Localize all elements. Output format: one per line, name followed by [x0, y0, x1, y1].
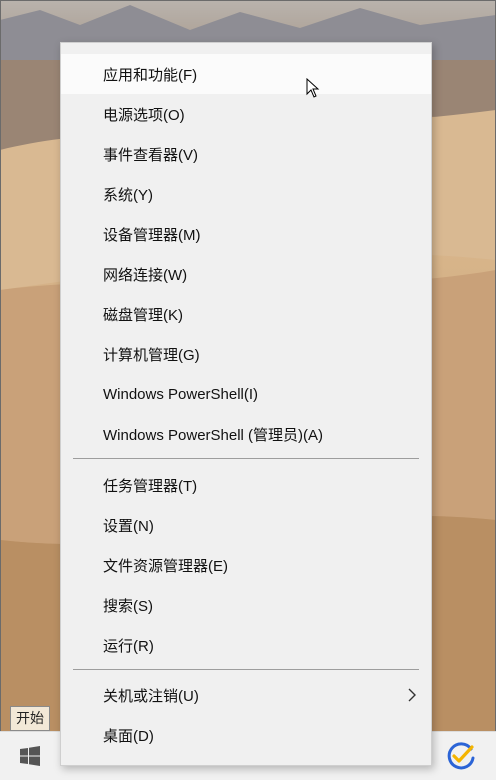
- menu-item-label: 计算机管理(G): [103, 346, 200, 364]
- menu-item-desktop[interactable]: 桌面(D): [61, 715, 431, 755]
- menu-item-label: Windows PowerShell(I): [103, 385, 259, 403]
- menu-item-label: 系统(Y): [103, 186, 153, 204]
- menu-item-settings[interactable]: 设置(N): [61, 505, 431, 545]
- menu-item-label: 搜索(S): [103, 597, 153, 615]
- menu-item-task-manager[interactable]: 任务管理器(T): [61, 465, 431, 505]
- winx-context-menu: 应用和功能(F) 电源选项(O) 事件查看器(V) 系统(Y) 设备管理器(M)…: [60, 42, 432, 766]
- windows-logo-icon: [20, 746, 40, 766]
- menu-item-device-manager[interactable]: 设备管理器(M): [61, 214, 431, 254]
- menu-item-label: 桌面(D): [103, 727, 154, 745]
- menu-item-label: 关机或注销(U): [103, 687, 199, 705]
- menu-separator: [73, 458, 419, 459]
- start-button[interactable]: [0, 732, 60, 780]
- menu-item-shutdown-signout[interactable]: 关机或注销(U): [61, 675, 431, 715]
- menu-item-label: 磁盘管理(K): [103, 306, 183, 324]
- menu-item-event-viewer[interactable]: 事件查看器(V): [61, 134, 431, 174]
- menu-item-label: 运行(R): [103, 637, 154, 655]
- tray-app-button[interactable]: [441, 738, 481, 774]
- menu-item-system[interactable]: 系统(Y): [61, 174, 431, 214]
- menu-item-label: 设置(N): [103, 517, 154, 535]
- menu-item-search[interactable]: 搜索(S): [61, 585, 431, 625]
- menu-item-powershell-admin[interactable]: Windows PowerShell (管理员)(A): [61, 414, 431, 454]
- menu-item-network-connections[interactable]: 网络连接(W): [61, 254, 431, 294]
- menu-item-apps-features[interactable]: 应用和功能(F): [61, 54, 431, 94]
- start-tooltip: 开始: [10, 706, 50, 731]
- checkmark-app-icon: [447, 742, 475, 770]
- menu-item-label: 网络连接(W): [103, 266, 188, 284]
- menu-item-run[interactable]: 运行(R): [61, 625, 431, 665]
- menu-item-label: 事件查看器(V): [103, 146, 198, 164]
- menu-item-label: 设备管理器(M): [103, 226, 201, 244]
- menu-item-disk-management[interactable]: 磁盘管理(K): [61, 294, 431, 334]
- menu-item-powershell[interactable]: Windows PowerShell(I): [61, 374, 431, 414]
- menu-item-power-options[interactable]: 电源选项(O): [61, 94, 431, 134]
- menu-item-label: Windows PowerShell (管理员)(A): [103, 426, 324, 444]
- menu-item-label: 应用和功能(F): [103, 66, 198, 84]
- menu-item-label: 文件资源管理器(E): [103, 557, 228, 575]
- menu-item-label: 任务管理器(T): [103, 477, 198, 495]
- menu-separator: [73, 669, 419, 670]
- chevron-right-icon: [408, 688, 416, 702]
- menu-item-label: 电源选项(O): [103, 106, 185, 124]
- menu-item-file-explorer[interactable]: 文件资源管理器(E): [61, 545, 431, 585]
- menu-item-computer-management[interactable]: 计算机管理(G): [61, 334, 431, 374]
- mouse-pointer-icon: [306, 78, 320, 98]
